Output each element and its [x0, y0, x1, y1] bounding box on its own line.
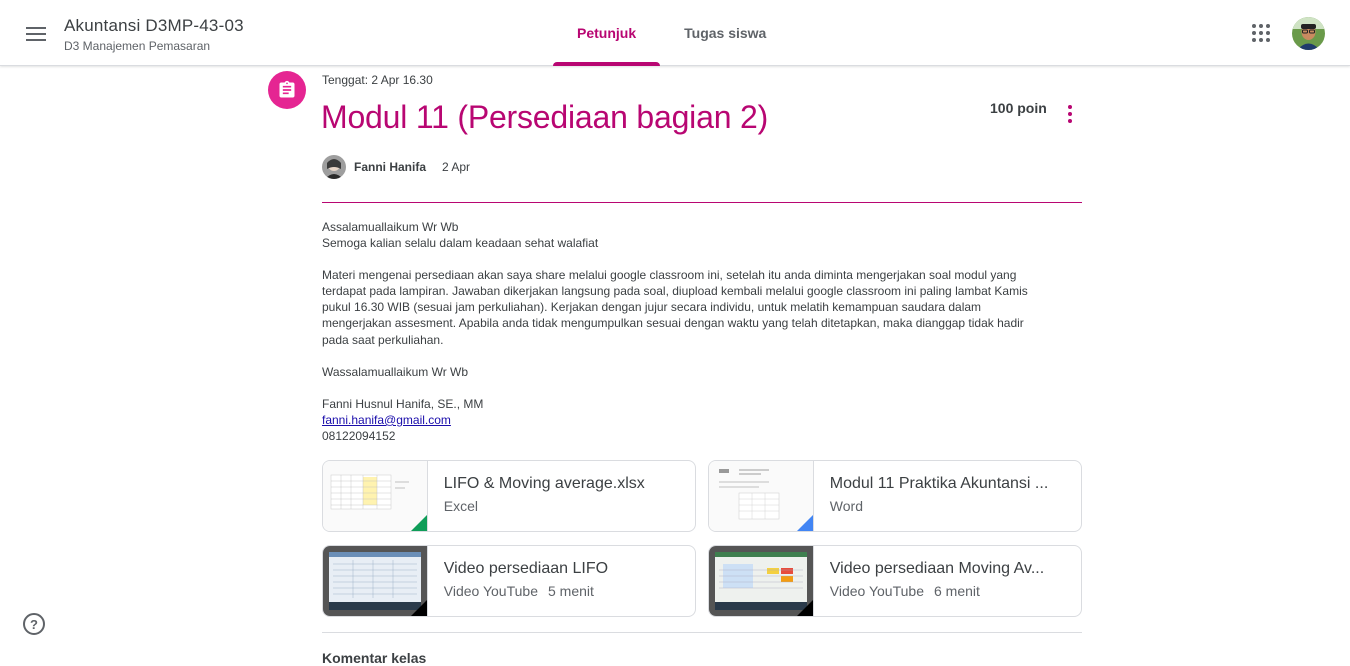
- due-date: Tenggat: 2 Apr 16.30: [322, 73, 433, 87]
- instruction-line: [322, 251, 1082, 267]
- title-divider: [322, 202, 1082, 203]
- more-options-icon[interactable]: [1058, 102, 1082, 126]
- attachment-type: Excel: [443, 498, 479, 514]
- class-comments-label[interactable]: Komentar kelas: [322, 650, 426, 666]
- class-subtitle: D3 Manajemen Pemasaran: [64, 39, 211, 53]
- instruction-line: pukul 16.30 WIB (sesuai jam perkuliahan)…: [322, 300, 982, 315]
- instruction-line: mengerjakan assesment. Apabila anda tida…: [322, 316, 1024, 331]
- comments-divider: [322, 632, 1082, 633]
- video-duration: 6 menit: [934, 583, 980, 599]
- top-app-bar: Akuntansi D3MP-43-03 D3 Manajemen Pemasa…: [0, 0, 1350, 66]
- excel-thumbnail: [323, 461, 428, 531]
- attachment-type: Video YouTube 5 menit: [443, 583, 594, 599]
- instruction-line: terdapat pada lampiran. Jawaban dikerjak…: [322, 284, 1028, 299]
- attachment-type: Video YouTube 6 menit: [829, 583, 980, 599]
- youtube-corner-icon: [410, 600, 427, 616]
- instruction-line: Materi mengenai persediaan akan saya sha…: [322, 268, 1017, 283]
- help-circle-icon[interactable]: ?: [23, 613, 45, 635]
- instruction-line: Fanni Husnul Hanifa, SE., MM: [322, 396, 484, 411]
- attachment-title: Video persediaan LIFO: [443, 560, 609, 577]
- email-link[interactable]: fanni.hanifa@gmail.com: [322, 413, 451, 427]
- excel-corner-icon: [410, 515, 427, 531]
- assignment-clipboard-icon: [268, 71, 306, 109]
- youtube-corner-icon: [796, 600, 813, 616]
- author-name: Fanni Hanifa: [354, 160, 427, 174]
- tab-petunjuk[interactable]: Petunjuk: [553, 0, 661, 66]
- attachment-card[interactable]: LIFO & Moving average.xlsx Excel: [322, 460, 696, 532]
- post-date: 2 Apr: [442, 160, 471, 174]
- phone-number: 08122094152: [322, 428, 396, 443]
- instruction-line: Semoga kalian selalu dalam keadaan sehat…: [322, 236, 599, 251]
- attachments-grid: LIFO & Moving average.xlsx Excel Modul 1…: [322, 460, 1082, 617]
- class-title[interactable]: Akuntansi D3MP-43-03: [64, 16, 244, 36]
- instruction-line: pada saat perkuliahan.: [322, 332, 444, 347]
- assignment-title: Modul 11 (Persediaan bagian 2): [321, 99, 769, 135]
- video-duration: 5 menit: [548, 583, 594, 599]
- instructions-text: Assalamuallaikum Wr Wb Semoga kalian sel…: [322, 219, 1082, 444]
- word-thumbnail: [709, 461, 814, 531]
- attachment-title: LIFO & Moving average.xlsx: [443, 475, 645, 492]
- points-value: 100 poin: [990, 100, 1047, 116]
- video-thumbnail: [323, 546, 428, 616]
- instruction-line: Wassalamuallaikum Wr Wb: [322, 364, 469, 379]
- assignment-detail: Tenggat: 2 Apr 16.30 Modul 11 (Persediaa…: [0, 66, 1350, 666]
- word-corner-icon: [796, 515, 813, 531]
- author-row: Fanni Hanifa 2 Apr: [322, 155, 470, 179]
- author-avatar: [322, 155, 346, 179]
- attachment-card[interactable]: Video persediaan LIFO Video YouTube 5 men…: [322, 545, 696, 617]
- tab-bar: Petunjuk Tugas siswa: [553, 0, 790, 66]
- attachment-type: Word: [829, 498, 863, 514]
- tab-tugas-siswa[interactable]: Tugas siswa: [660, 0, 790, 66]
- google-apps-grid-icon[interactable]: [1247, 19, 1275, 47]
- instruction-line: Assalamuallaikum Wr Wb: [322, 220, 459, 234]
- attachment-title: Video persediaan Moving Av...: [829, 560, 1045, 577]
- instruction-line: [322, 348, 1082, 364]
- account-avatar[interactable]: [1292, 17, 1325, 50]
- hamburger-menu-icon[interactable]: [20, 18, 52, 50]
- attachment-card[interactable]: Modul 11 Praktika Akuntansi ... Word: [708, 460, 1082, 532]
- instruction-line: [322, 380, 1082, 396]
- attachment-card[interactable]: Video persediaan Moving Av... Video YouT…: [708, 545, 1082, 617]
- video-thumbnail: [709, 546, 814, 616]
- attachment-title: Modul 11 Praktika Akuntansi ...: [829, 475, 1049, 492]
